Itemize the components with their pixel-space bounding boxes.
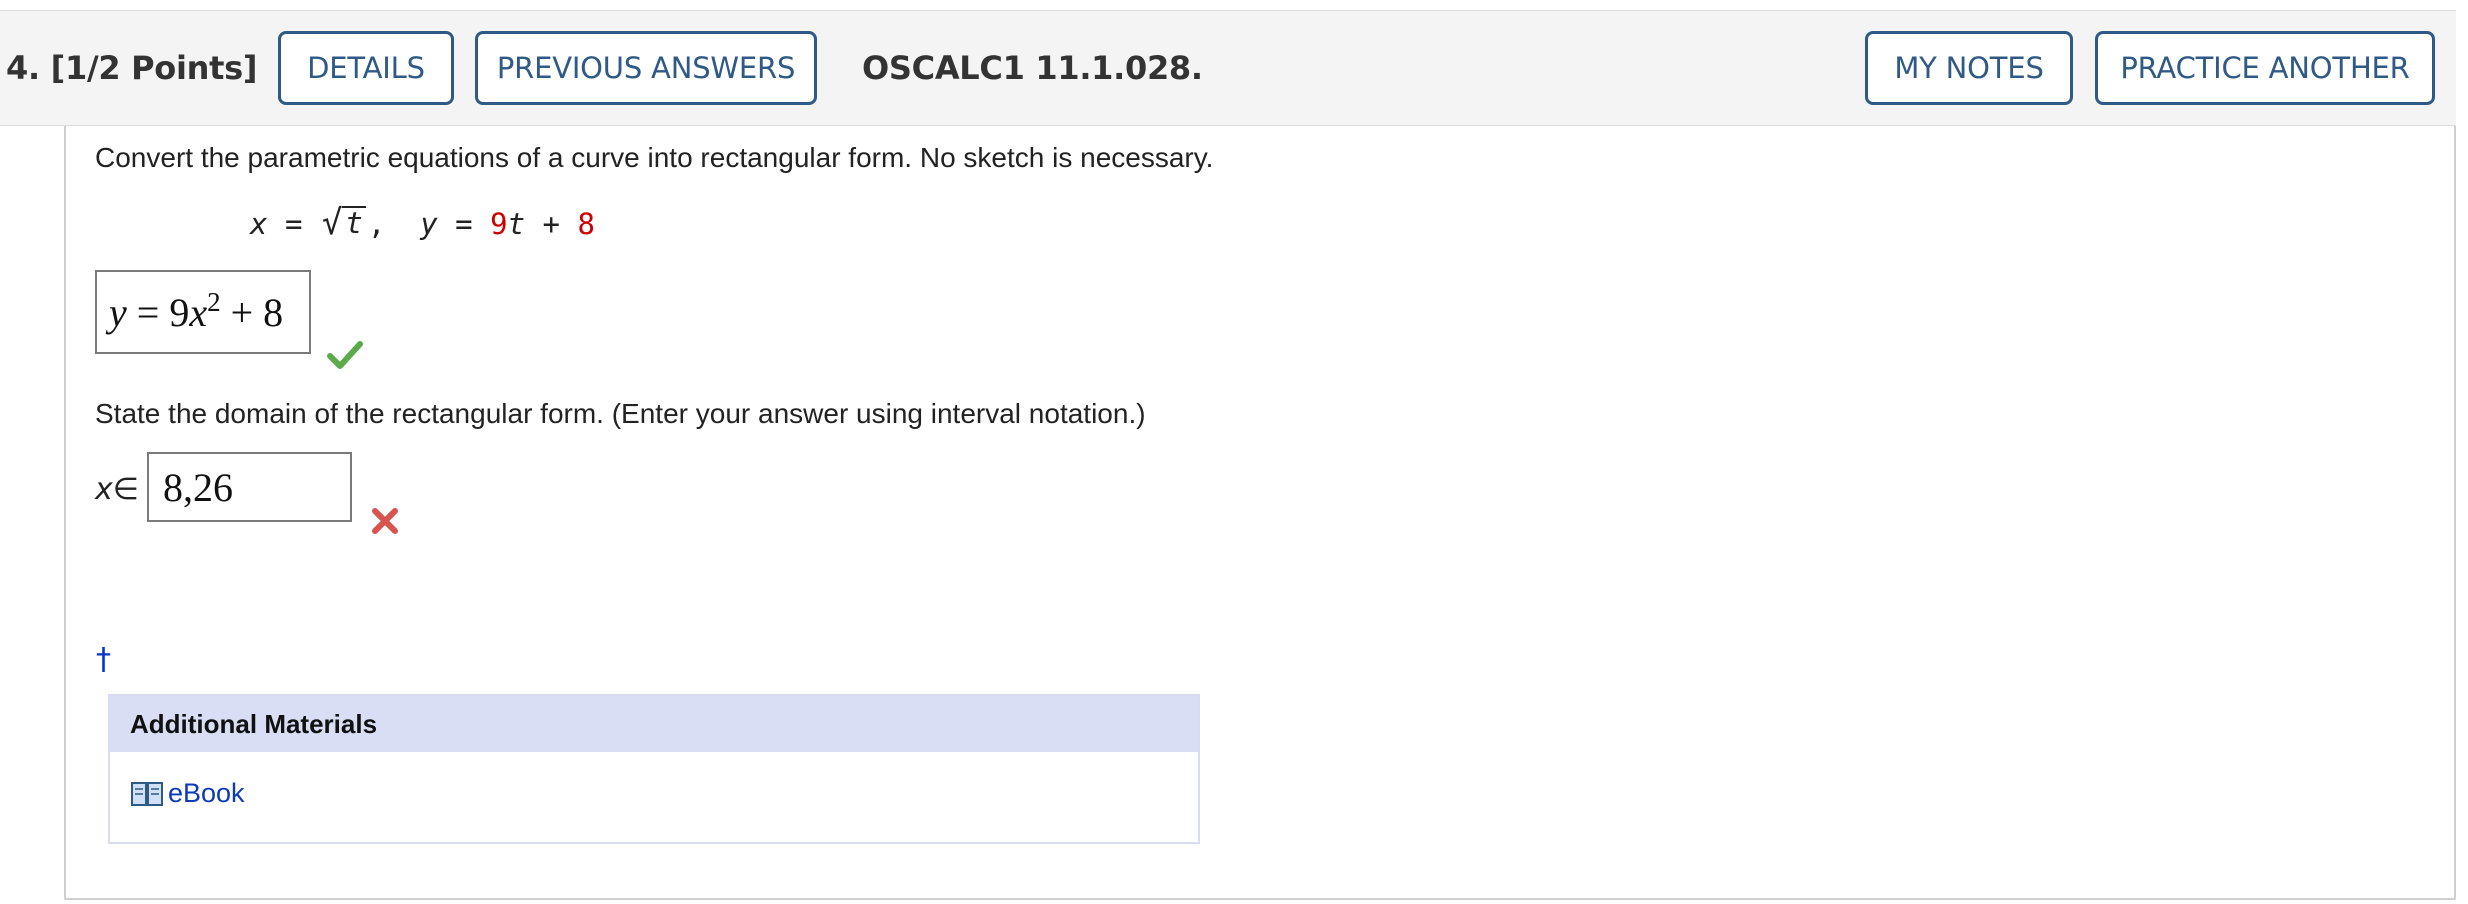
eq-equals-2: = xyxy=(455,207,473,241)
sqrt-expression: √ t xyxy=(322,206,366,240)
book-icon xyxy=(131,781,163,806)
ans-exponent: 2 xyxy=(207,286,221,317)
domain-var: x xyxy=(95,472,113,507)
question-header: 4. [1/2 Points] DETAILS PREVIOUS ANSWERS… xyxy=(0,10,2456,126)
previous-answers-button[interactable]: PREVIOUS ANSWERS xyxy=(475,31,817,105)
checkmark-icon xyxy=(327,341,363,369)
practice-another-button[interactable]: PRACTICE ANOTHER xyxy=(2095,31,2435,105)
details-button[interactable]: DETAILS xyxy=(278,31,454,105)
ans-eq: = xyxy=(136,289,160,335)
question-points: 4. [1/2 Points] xyxy=(6,49,258,87)
parametric-equation: x = √ t , y = 9 t + 8 xyxy=(250,206,595,241)
eq-x-var: x xyxy=(250,207,268,241)
additional-materials: Additional Materials eBook xyxy=(108,694,1200,844)
ans-x: x xyxy=(189,289,208,335)
my-notes-button[interactable]: MY NOTES xyxy=(1865,31,2073,105)
question-number: 4. xyxy=(6,49,40,87)
materials-title: Additional Materials xyxy=(110,696,1198,752)
ans-y: y xyxy=(109,289,127,335)
footnote-dagger[interactable]: † xyxy=(96,642,111,677)
question-prompt: Convert the parametric equations of a cu… xyxy=(95,142,1214,173)
ans-coef: 9 xyxy=(169,289,190,335)
radicand: t xyxy=(342,206,366,240)
ans-rest: + 8 xyxy=(230,289,284,335)
eq-separator: , xyxy=(367,207,386,241)
points-label: [1/2 Points] xyxy=(50,49,258,87)
incorrect-x-icon xyxy=(372,508,398,534)
ebook-link[interactable]: eBook xyxy=(130,778,245,809)
eq-constant: 8 xyxy=(577,207,595,241)
domain-prompt: State the domain of the rectangular form… xyxy=(95,398,1146,429)
rectangular-form-answer[interactable]: y = 9 x 2 + 8 xyxy=(95,270,311,354)
eq-coefficient: 9 xyxy=(490,207,508,241)
element-of-symbol: ∈ xyxy=(112,472,139,507)
eq-t-var: t xyxy=(507,207,526,241)
eq-plus: + xyxy=(542,207,560,241)
problem-id: OSCALC1 11.1.028. xyxy=(862,49,1203,87)
eq-y-var: y xyxy=(420,207,438,241)
ebook-label: eBook xyxy=(168,778,245,808)
domain-label: x∈ xyxy=(95,472,139,507)
domain-answer-input[interactable]: 8,26 xyxy=(147,452,352,522)
eq-equals: = xyxy=(284,207,303,241)
radical-sign: √ xyxy=(321,203,343,243)
